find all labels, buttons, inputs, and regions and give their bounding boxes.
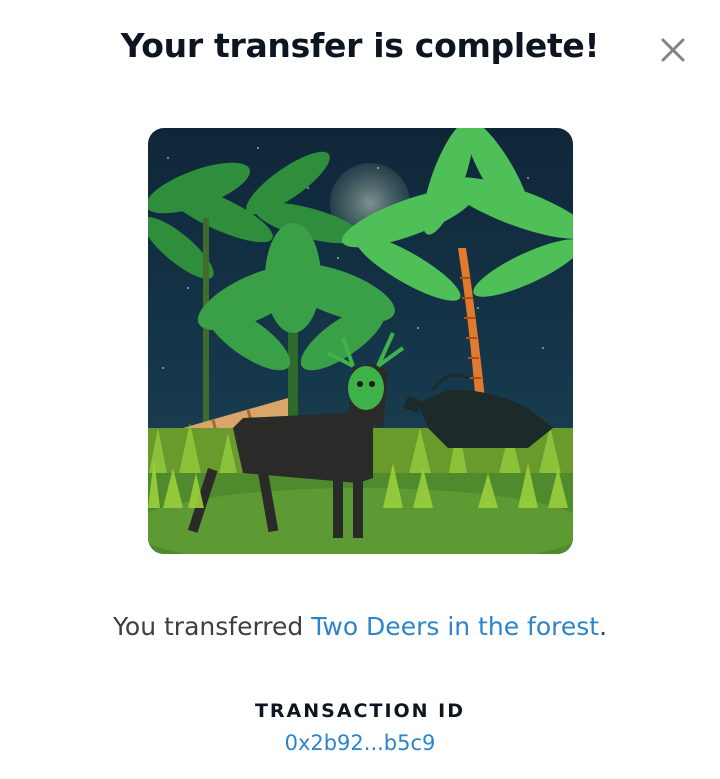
close-button[interactable] xyxy=(654,31,692,69)
modal-title: Your transfer is complete! xyxy=(120,26,600,65)
nft-image xyxy=(148,128,573,554)
transaction-id-label: TRANSACTION ID xyxy=(254,700,466,722)
transaction-id-link[interactable]: 0x2b92...b5c9 xyxy=(0,731,720,755)
transfer-complete-modal: Your transfer is complete! You transferr… xyxy=(0,0,720,779)
transfer-message: You transferred Two Deers in the forest. xyxy=(0,612,720,641)
transfer-suffix: . xyxy=(599,612,608,641)
item-name-link[interactable]: Two Deers in the forest xyxy=(311,612,599,641)
nft-artwork-deers-forest xyxy=(148,128,573,554)
close-icon xyxy=(661,38,685,62)
transfer-prefix: You transferred xyxy=(112,612,312,641)
